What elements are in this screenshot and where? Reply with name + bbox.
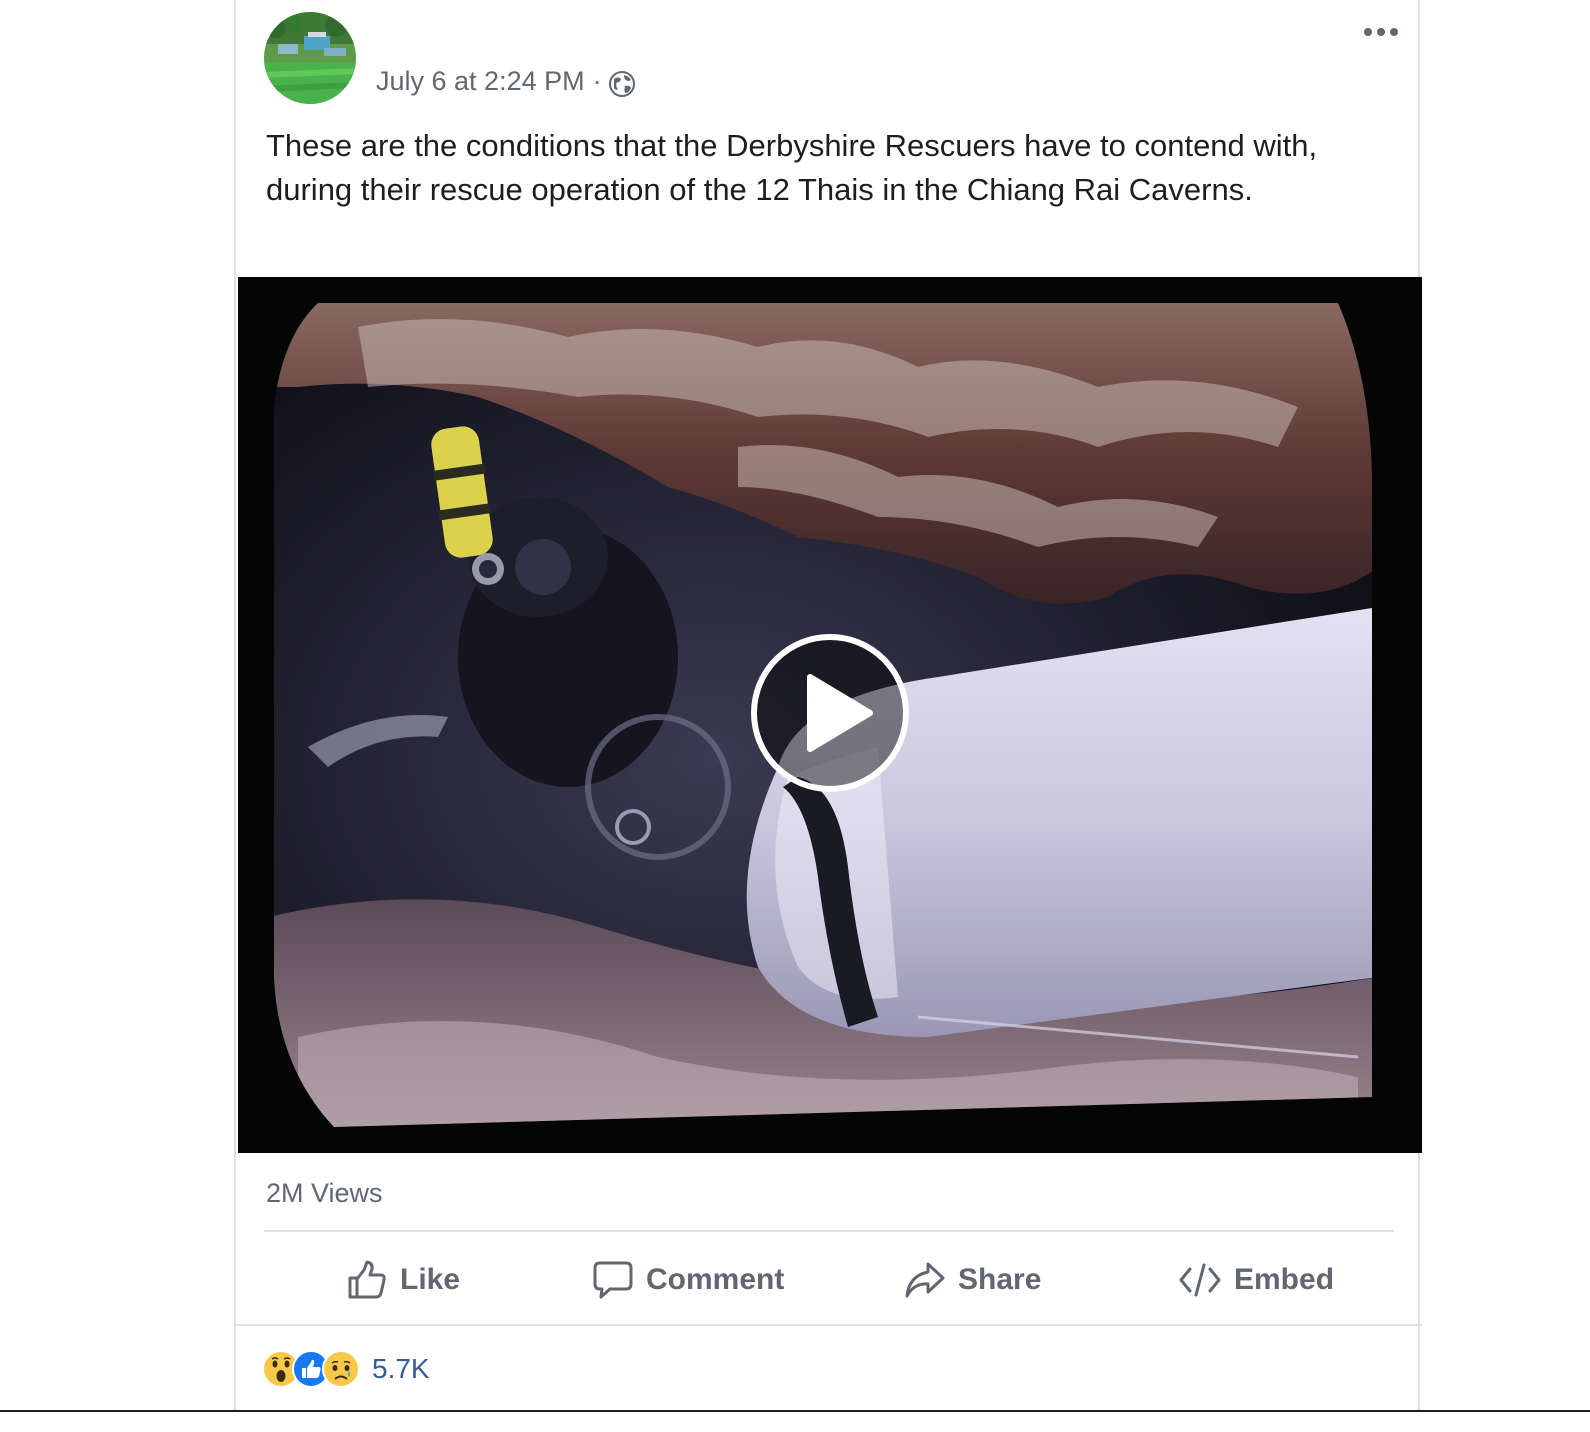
timestamp-separator: ·	[592, 65, 602, 96]
code-icon	[1178, 1259, 1222, 1301]
sad-icon	[322, 1350, 360, 1388]
comment-label: Comment	[646, 1263, 785, 1296]
timestamp-text[interactable]: July 6 at 2:24 PM	[376, 66, 585, 97]
comment-button[interactable]: Comment	[592, 1250, 784, 1310]
post-message: These are the conditions that the Derbys…	[266, 128, 1318, 207]
comment-icon	[592, 1259, 634, 1301]
post-card: July 6 at 2:24 PM · These are the condit…	[234, 0, 1422, 1412]
actions-divider-top	[264, 1230, 1394, 1232]
actions-divider-bottom	[236, 1324, 1422, 1326]
video-views: 2M Views	[266, 1178, 383, 1208]
globe-icon	[608, 70, 636, 98]
play-icon[interactable]	[750, 633, 910, 793]
embed-button[interactable]: Embed	[1178, 1250, 1334, 1310]
bottom-rule	[0, 1410, 1590, 1412]
share-button[interactable]: Share	[904, 1250, 1041, 1310]
reactions-summary[interactable]: 5.7K	[262, 1350, 430, 1388]
reaction-count[interactable]: 5.7K	[372, 1353, 430, 1385]
like-label: Like	[400, 1263, 461, 1296]
like-button[interactable]: Like	[346, 1250, 460, 1310]
page-avatar[interactable]	[264, 12, 356, 104]
share-label: Share	[958, 1263, 1042, 1296]
more-options-icon[interactable]	[1364, 22, 1404, 42]
post-actions: Like Comment Share Embed	[236, 1250, 1422, 1310]
video-player[interactable]	[238, 277, 1422, 1153]
embed-label: Embed	[1234, 1263, 1335, 1296]
post-timestamp: July 6 at 2:24 PM ·	[376, 64, 636, 98]
share-arrow-icon	[904, 1259, 946, 1301]
thumbs-up-icon	[346, 1259, 388, 1301]
